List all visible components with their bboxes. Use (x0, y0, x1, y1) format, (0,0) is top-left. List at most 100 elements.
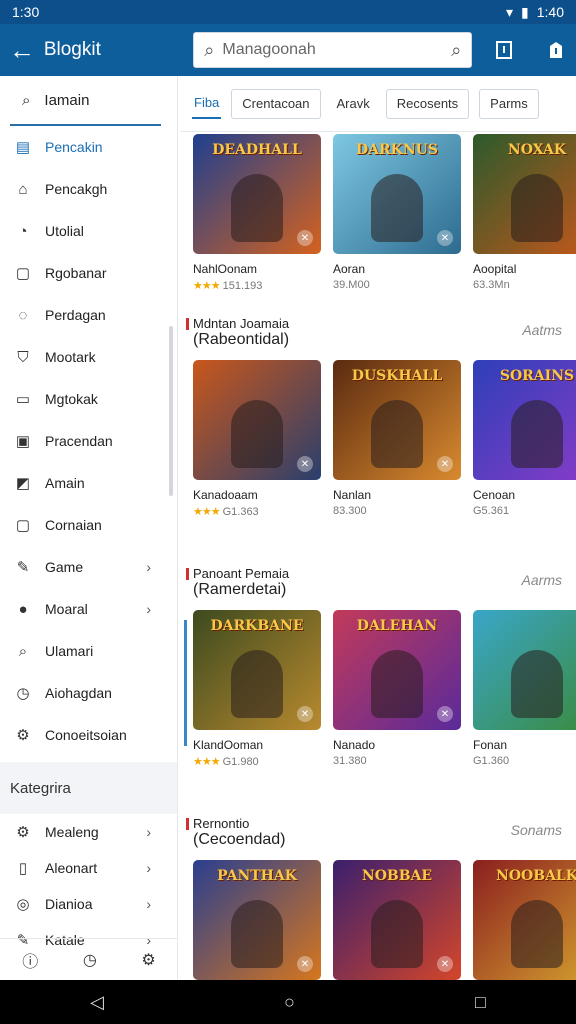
main-content: Fiba Crentacoan Aravk Recosents Parms DEADHA… (180, 76, 576, 980)
rating-stars: ★★★ (193, 756, 221, 768)
game-meta: G1.360 (473, 755, 576, 767)
sidebar-item[interactable]: ◔ Utolial (0, 210, 177, 252)
game-card[interactable]: NOBBAE ✕ (333, 860, 461, 980)
game-card[interactable]: DEADHALL ✕ NahlOonam ★★★ 151.193 (193, 134, 321, 292)
game-card[interactable]: NOOBALK✕ (473, 860, 576, 980)
game-thumbnail[interactable]: NOBBAE ✕ (333, 860, 461, 980)
game-downloads: 63.3Mn (473, 279, 510, 291)
sidebar-item[interactable]: ⛉ Mootark (0, 336, 177, 378)
category-item-label: Dianioa (45, 896, 93, 912)
globe-icon: ◎ (16, 896, 30, 913)
sidebar-item[interactable]: ▣ Pracendan (0, 420, 177, 462)
game-card[interactable]: NOXAK✕ Aoopital 63.3Mn (473, 134, 576, 292)
wifi-icon: ▾ (506, 3, 514, 20)
game-meta: G5.361 (473, 505, 576, 517)
back-nav-icon[interactable]: ◁ (90, 992, 104, 1013)
chevron-right-icon: › (146, 559, 151, 575)
badge-icon: ✕ (437, 230, 453, 246)
game-card[interactable]: DARKNUS ✕ Aoran 39.M00 (333, 134, 461, 292)
sidebar-item-label: Mgtokak (45, 391, 98, 407)
game-thumbnail[interactable]: NOXAK✕ (473, 134, 576, 254)
game-thumbnail[interactable]: DUSKHALL ✕ (333, 360, 461, 480)
game-thumbnail[interactable]: PANTHAK ✕ (193, 860, 321, 980)
status-time: 1:30 (12, 4, 40, 20)
game-title: Fonan (473, 738, 508, 752)
game-card[interactable]: PANTHAK ✕ (193, 860, 321, 980)
character-figure (511, 900, 563, 968)
game-thumbnail[interactable]: DEADHALL ✕ (193, 134, 321, 254)
game-thumbnail[interactable]: DALEHAN ✕ (333, 610, 461, 730)
game-thumbnail[interactable]: ✕ (473, 610, 576, 730)
game-meta: ★★★ G1.980 (193, 755, 321, 768)
alert-icon[interactable]: ◷ (83, 950, 97, 970)
sidebar-item[interactable]: ▭ Mgtokak (0, 378, 177, 420)
section-header: Rernontio (Cecoendad) Sonams (180, 806, 576, 860)
section-more-link[interactable]: Aarms (522, 572, 562, 588)
game-downloads: G5.361 (473, 505, 510, 517)
game-card[interactable]: DARKBANE ✕ KlandOoman ★★★ G1.980 (193, 610, 321, 768)
back-arrow-icon[interactable]: ← (0, 28, 44, 72)
home-nav-icon[interactable]: ○ (284, 992, 295, 1013)
game-thumbnail[interactable]: DARKBANE ✕ (193, 610, 321, 730)
search-input[interactable]: ⌕ Managoonah ⌕ (193, 32, 473, 68)
game-thumbnail[interactable]: NOOBALK✕ (473, 860, 576, 980)
section-subtitle: Mdntan Joamaia (193, 316, 290, 331)
game-card[interactable]: ✕ Fonan G1.360 (473, 610, 576, 768)
section-accent (186, 818, 189, 830)
tab-0[interactable]: Fiba (192, 89, 222, 119)
game-meta: ★★★ 151.193 (193, 279, 321, 292)
sidebar-item[interactable]: ● Moaral › (0, 588, 177, 630)
sidebar-item[interactable]: ⚙ Conoeitsoian (0, 714, 177, 756)
sidebar-item[interactable]: ◌ Perdagan (0, 294, 177, 336)
sidebar-item[interactable]: ⌂ Pencakgh (0, 168, 177, 210)
game-title: Kanadoaam (193, 488, 258, 502)
notification-icon[interactable] (536, 30, 576, 70)
info-icon[interactable]: ⓘ (22, 948, 38, 972)
sidebar-item-label: Utolial (45, 223, 84, 239)
sidebar-item-label: Pencakgh (45, 181, 108, 197)
app-title: Blogkit (43, 39, 101, 60)
section-more-link[interactable]: Aatms (522, 322, 562, 338)
sidebar-item-label: Game (45, 559, 84, 575)
sidebar-item[interactable]: ◷ Aiohagdan (0, 672, 177, 714)
game-card[interactable]: SORAINS✕ Cenoan G5.361 (473, 360, 576, 518)
category-item[interactable]: ◎ Dianioa › (0, 886, 177, 922)
bookmark-icon[interactable] (484, 30, 524, 70)
person-icon: ◌ (18, 306, 28, 324)
game-card[interactable]: DUSKHALL ✕ Nanlan 83.300 (333, 360, 461, 518)
game-thumbnail[interactable]: DARKNUS ✕ (333, 134, 461, 254)
game-thumbnail[interactable]: SORAINS✕ (473, 360, 576, 480)
game-thumbnail[interactable]: ✕ (193, 360, 321, 480)
tab-1[interactable]: Crentacoan (231, 88, 321, 119)
sidebar-item[interactable]: ▢ Rgobanar (0, 252, 177, 294)
section-header: Mdntan Joamaia (Rabeontidal) Aatms (180, 306, 576, 360)
badge-icon: ✕ (437, 456, 453, 472)
sidebar-item[interactable]: ⌕ Ulamari (0, 630, 177, 672)
badge-icon: ✕ (297, 956, 313, 972)
category-item-label: Mealeng (45, 824, 99, 840)
sidebar-item[interactable]: ✎ Game › (0, 546, 177, 588)
sidebar-search[interactable]: ⌕ Iamain (10, 76, 161, 126)
game-section: Mdntan Joamaia (Rabeontidal) Aatms ✕ Kanadoa… (180, 306, 576, 518)
tab-4[interactable]: Parms (479, 88, 539, 119)
section-more-link[interactable]: Sonams (511, 822, 562, 838)
badge-icon: ✕ (297, 706, 313, 722)
game-downloads: 83.300 (333, 505, 367, 517)
sidebar-item-label: Aiohagdan (45, 685, 112, 701)
sidebar-scrollbar[interactable] (169, 326, 173, 496)
tab-3[interactable]: Recosents (385, 88, 470, 119)
category-item[interactable]: ▯ Aleonart › (0, 850, 177, 886)
game-meta: 83.300 (333, 505, 461, 517)
status-bar: 1:30 ▾ ▮ 1:40 (0, 0, 576, 24)
search-submit-icon[interactable]: ⌕ (451, 40, 461, 61)
tab-2[interactable]: Aravk (331, 89, 376, 119)
sidebar-item[interactable]: ▢ Cornaian (0, 504, 177, 546)
sidebar-item[interactable]: ▤ Pencakin (0, 126, 177, 168)
settings-icon[interactable]: ⚙ (141, 950, 155, 970)
category-item[interactable]: ⚙ Mealeng › (0, 814, 177, 850)
game-card[interactable]: ✕ Kanadoaam ★★★ G1.363 (193, 360, 321, 518)
sidebar-item[interactable]: ◩ Amain (0, 462, 177, 504)
recents-nav-icon[interactable]: □ (475, 992, 486, 1013)
game-card[interactable]: DALEHAN ✕ Nanado 31.380 (333, 610, 461, 768)
clock-icon: ◷ (16, 685, 30, 702)
